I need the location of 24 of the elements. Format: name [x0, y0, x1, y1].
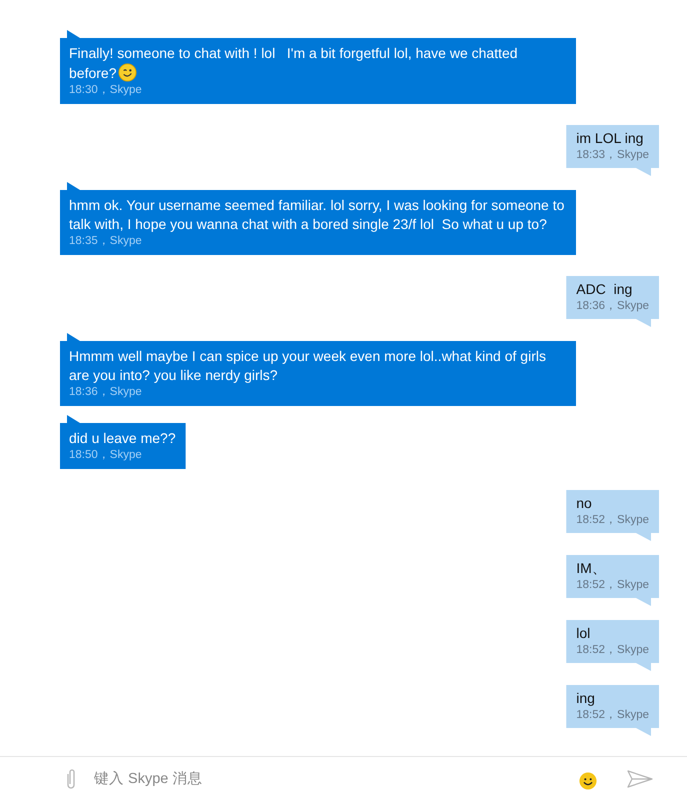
- message-timestamp: 18:36，Skype: [69, 385, 143, 400]
- message-text: ADC ing: [576, 280, 634, 299]
- message-timestamp: 18:52，Skype: [576, 643, 649, 658]
- message-text: Hmmm well maybe I can spice up your week even more lol..what kind of girls are you into? you like nerdy girls?: [69, 347, 547, 385]
- message-text: IM、: [576, 559, 607, 578]
- message-timestamp: 18:52，Skype: [576, 578, 649, 593]
- message-input-field[interactable]: 键入 Skype 消息: [94, 770, 561, 786]
- message-text: ing: [576, 689, 596, 708]
- smiley-icon[interactable]: [579, 772, 597, 790]
- message-text: lol: [576, 624, 592, 643]
- attach-icon[interactable]: [66, 768, 76, 790]
- message-timestamp: 18:33，Skype: [576, 148, 649, 163]
- message-text: did u leave me??: [69, 429, 176, 448]
- message-timestamp: 18:52，Skype: [576, 708, 649, 723]
- message-timestamp: 18:52，Skype: [576, 513, 649, 528]
- message-timestamp: 18:35，Skype: [69, 234, 143, 249]
- message-text: hmm ok. Your username seemed familiar. lol sorry, I was looking for someone to talk with, I hope you wanna chat with a bored single 23/f lol So what u up to?: [69, 196, 566, 234]
- message-text: no: [576, 494, 593, 513]
- message-timestamp: 18:50，Skype: [69, 448, 143, 463]
- message-text: im LOL ing: [576, 129, 644, 148]
- send-icon[interactable]: [627, 770, 653, 788]
- message-timestamp: 18:36，Skype: [576, 299, 649, 314]
- message-timestamp: 18:30，Skype: [69, 83, 143, 98]
- message-text: Finally! someone to chat with ! lol I'm a bit forgetful lol, have we chatted before?: [69, 44, 519, 83]
